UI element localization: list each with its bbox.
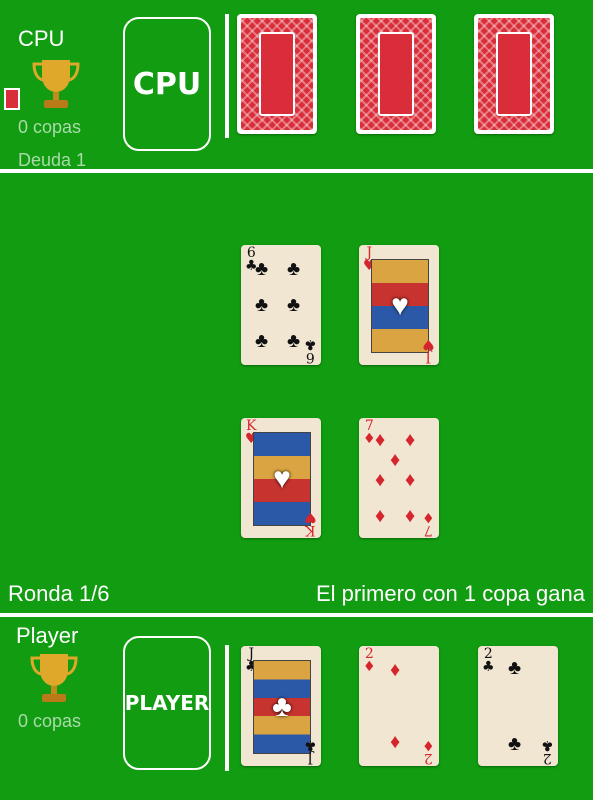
diamond-pip: ♦: [405, 505, 416, 527]
club-pip: ♣: [287, 258, 301, 280]
diamond-pip: ♦: [390, 659, 401, 681]
bottom-divider: [0, 613, 593, 617]
player-card-2-clubs[interactable]: 2 ♣ ♣ ♣ 2 ♣: [478, 646, 558, 766]
round-indicator: Ronda 1/6: [8, 581, 110, 606]
player-name: Player: [16, 623, 79, 648]
trophy-icon: [30, 654, 78, 702]
diamond-pip: ♦: [390, 731, 401, 753]
cpu-copas: 0 copas: [18, 117, 82, 137]
trophy-icon: [32, 60, 80, 108]
player-card-jack-clubs[interactable]: J ♣ ♣ J ♣: [241, 646, 321, 766]
player-card-2-diamonds[interactable]: 2 ♦ ♦ ♦ 2 ♦: [359, 646, 439, 766]
player-badge: PLAYER: [123, 636, 211, 770]
table-card-king-hearts[interactable]: K ♥ ♥ K ♥: [241, 418, 321, 538]
club-pip: ♣: [255, 294, 269, 316]
top-divider: [0, 169, 593, 173]
jack-face: ♥: [371, 259, 429, 353]
king-face: ♥: [253, 432, 311, 526]
player-divider: [225, 645, 229, 771]
diamond-pip: ♦: [375, 505, 386, 527]
club-pip: ♣: [508, 657, 522, 679]
table-card-6-clubs[interactable]: 6 ♣ ♣ ♣ ♣ ♣ ♣ ♣ 6 ♣: [241, 245, 321, 365]
cpu-card-back: [237, 14, 317, 134]
player-copas: 0 copas: [18, 711, 82, 731]
cpu-name: CPU: [18, 26, 65, 51]
club-pip: ♣: [255, 330, 269, 352]
cpu-card-back: [474, 14, 554, 134]
table-card-7-diamonds[interactable]: 7 ♦ ♦ ♦ ♦ ♦ ♦ ♦ ♦ 7 ♦: [359, 418, 439, 538]
club-pip: ♣: [287, 294, 301, 316]
club-pip: ♣: [255, 258, 269, 280]
diamond-pip: ♦: [375, 429, 386, 451]
club-pip: ♣: [287, 330, 301, 352]
cpu-deuda: Deuda 1: [18, 150, 87, 170]
diamond-pip: ♦: [405, 429, 416, 451]
table-card-jack-hearts[interactable]: J ♥ ♥ J ♥: [359, 245, 439, 365]
diamond-pip: ♦: [375, 469, 386, 491]
cpu-debt-card-icon: [4, 88, 20, 110]
diamond-pip: ♦: [390, 449, 401, 471]
win-condition-text: El primero con 1 copa gana: [315, 581, 585, 606]
cpu-card-back: [356, 14, 436, 134]
club-pip: ♣: [508, 733, 522, 755]
jack-face: ♣: [253, 660, 311, 754]
cpu-divider: [225, 14, 229, 138]
cpu-badge: CPU: [123, 17, 211, 151]
diamond-pip: ♦: [405, 469, 416, 491]
